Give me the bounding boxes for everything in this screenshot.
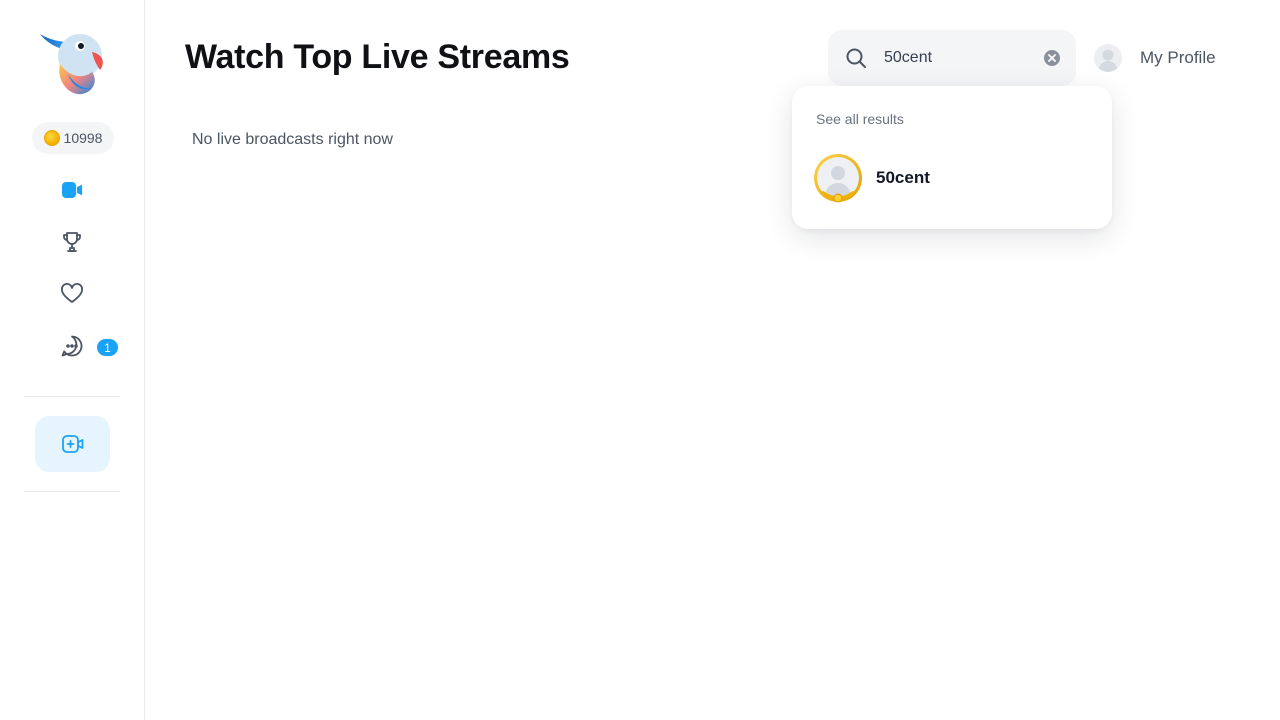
coin-balance-value: 10998 bbox=[63, 130, 103, 146]
app-logo[interactable] bbox=[38, 30, 108, 98]
video-camera-icon bbox=[62, 182, 83, 198]
search-box bbox=[828, 30, 1076, 86]
search-icon bbox=[846, 48, 866, 68]
profile-link[interactable]: My Profile bbox=[1094, 44, 1216, 72]
search-input[interactable] bbox=[884, 44, 1034, 72]
messages-unread-badge: 1 bbox=[97, 339, 118, 356]
clear-search-icon[interactable] bbox=[1043, 49, 1061, 67]
user-placeholder-icon bbox=[1094, 44, 1122, 72]
go-live-button[interactable] bbox=[35, 416, 110, 472]
search-results-dropdown: See all results 50cent bbox=[792, 86, 1112, 229]
app-root: 10998 1 Watch Top Live Streams No live b… bbox=[0, 0, 1280, 720]
sidebar-item-leaderboard[interactable] bbox=[56, 226, 88, 258]
empty-state-message: No live broadcasts right now bbox=[192, 131, 393, 148]
sidebar-item-live-streams[interactable] bbox=[56, 174, 88, 206]
see-all-results-link[interactable]: See all results bbox=[816, 111, 904, 127]
add-video-icon bbox=[61, 435, 83, 453]
sidebar-item-messages[interactable] bbox=[56, 330, 88, 362]
coin-balance[interactable]: 10998 bbox=[32, 122, 114, 154]
sidebar: 10998 1 bbox=[0, 0, 145, 720]
sidebar-divider bbox=[24, 396, 120, 397]
sidebar-item-favorites[interactable] bbox=[56, 278, 88, 310]
coin-icon bbox=[43, 130, 60, 146]
search-result-name: 50cent bbox=[876, 168, 930, 187]
result-avatar bbox=[814, 154, 862, 203]
avatar bbox=[1094, 44, 1122, 72]
profile-label: My Profile bbox=[1140, 48, 1216, 67]
sidebar-divider-bottom bbox=[24, 491, 120, 492]
chat-bubble-icon bbox=[61, 335, 83, 357]
page-title: Watch Top Live Streams bbox=[185, 38, 570, 76]
search-result-item[interactable]: 50cent bbox=[812, 152, 1092, 204]
trophy-icon bbox=[63, 232, 81, 252]
heart-icon bbox=[61, 283, 83, 303]
